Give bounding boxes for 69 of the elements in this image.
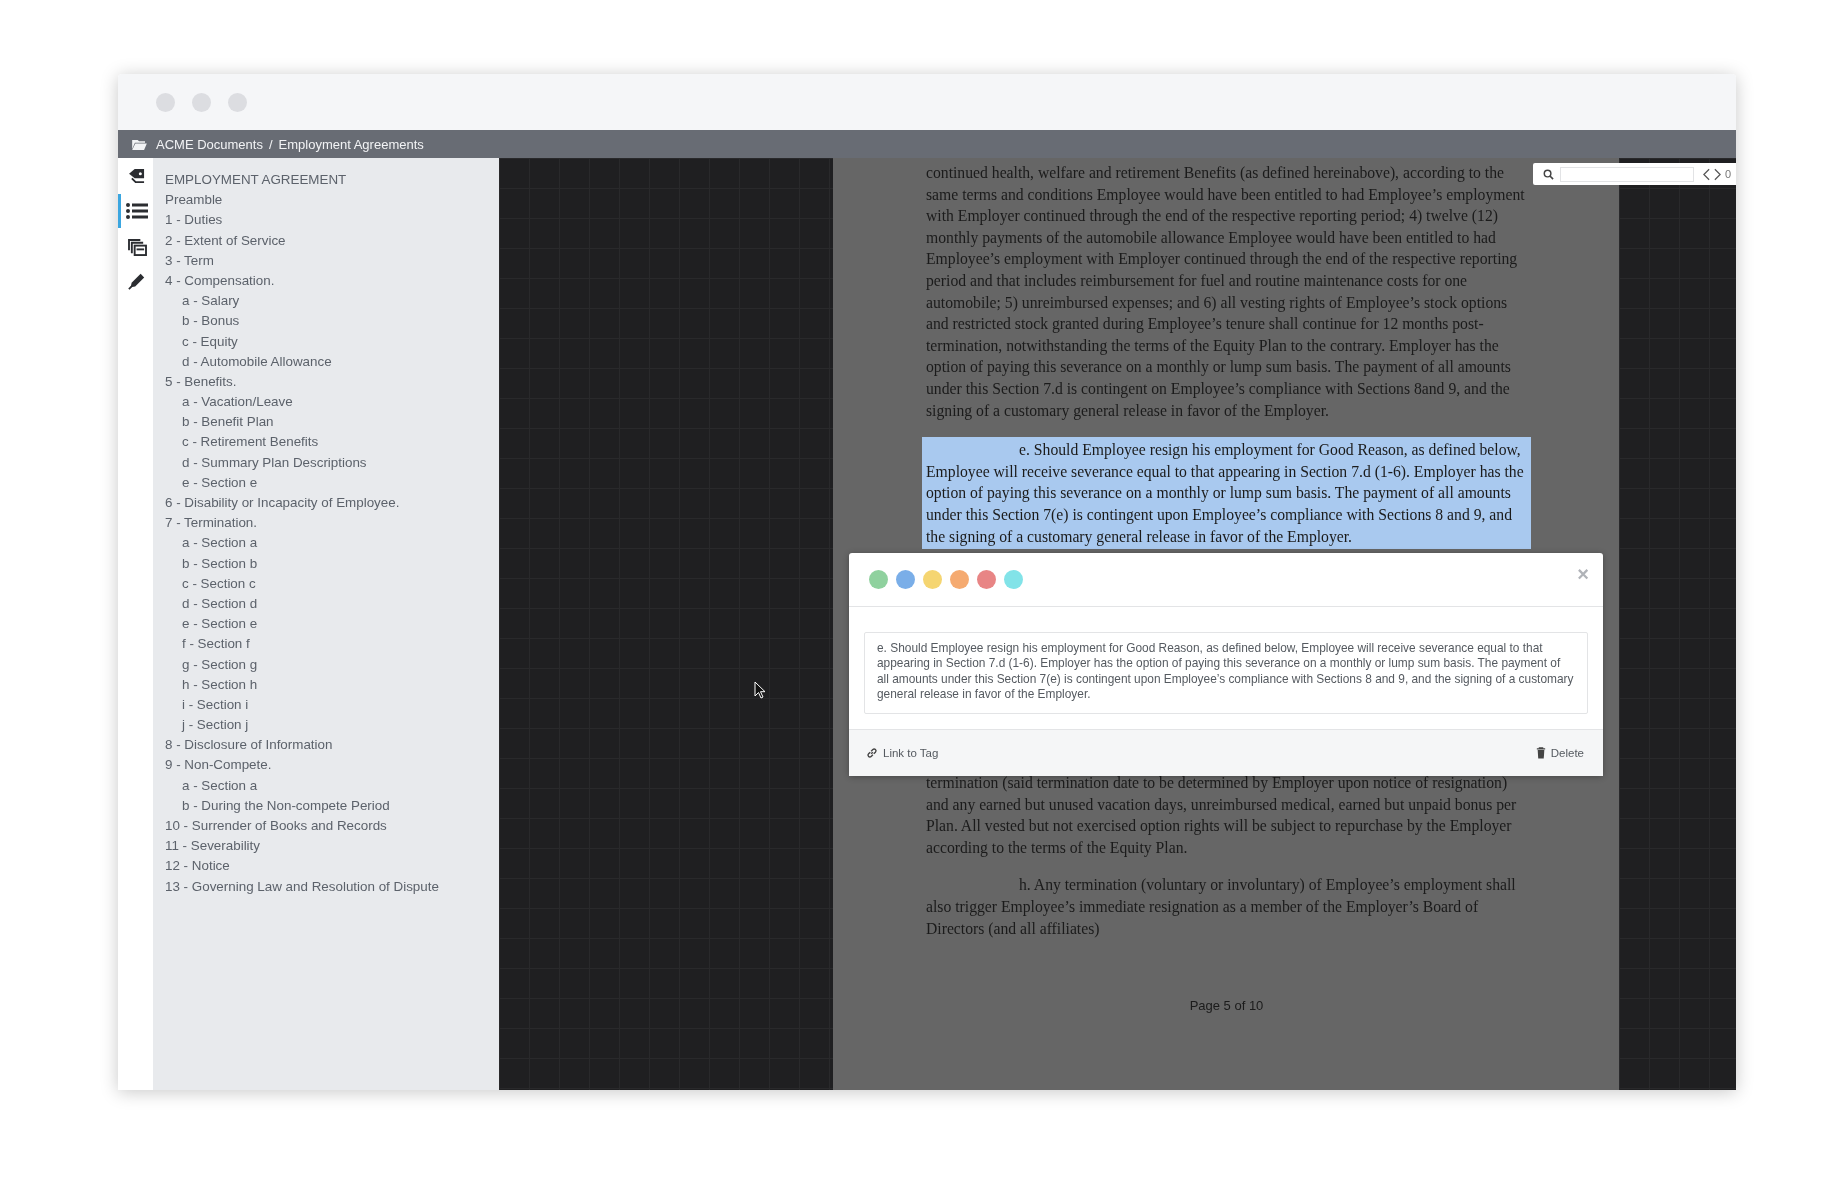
color-swatch[interactable] [896, 570, 915, 589]
search-icon [1543, 168, 1554, 180]
outline-item[interactable]: 6 - Disability or Incapacity of Employee. [165, 493, 499, 514]
document-paragraph: termination (said termination date to be determined by Employer upon notice of resignation) and any earned but unused vacation days, unreimbursed medical, earned but unpaid bonus per Plan. All vested but not exercised option rights will be subject to repurchase by the Employer according to the terms of the Equity Plan. [925, 773, 1518, 859]
outline-item[interactable]: a - Salary [165, 291, 499, 312]
color-swatch[interactable] [950, 570, 969, 589]
outline-item[interactable]: 9 - Non-Compete. [165, 755, 499, 776]
outline-item[interactable]: e - Section e [165, 472, 499, 493]
outline-item[interactable]: 8 - Disclosure of Information [165, 735, 499, 756]
outline-item[interactable]: a - Vacation/Leave [165, 392, 499, 413]
outline-item[interactable]: d - Section d [165, 593, 499, 615]
window-control-icon[interactable] [228, 92, 247, 112]
match-count: 0 [1725, 168, 1732, 180]
tag-icon [127, 167, 147, 183]
outline-item[interactable]: 4 - Compensation. [165, 270, 499, 292]
outline-item[interactable]: 11 - Severability [165, 836, 499, 857]
next-icon[interactable] [1714, 167, 1721, 181]
note-field[interactable]: e. Should Employee resign his employment for Good Reason, as defined below, Employee will receive severance equal to that appearing in Section 7.d (1-6). Employer has the option of paying this severance on a monthly or lump sum basis. The payment of all amounts under this Section 7(e) is contingent upon Employee’s compliance with Sections 8 and 9, and the signing of a customary general release in favor of the Employer. [864, 632, 1588, 714]
outline-item[interactable]: 2 - Extent of Service [165, 230, 499, 251]
outline-item[interactable]: c - Retirement Benefits [165, 432, 499, 453]
outline-item[interactable]: g - Section g [165, 654, 499, 675]
outline-item[interactable]: a - Section a [165, 775, 499, 796]
color-swatch[interactable] [977, 570, 996, 589]
document-paragraph: continued health, welfare and retirement Benefits (as defined hereinabove), according to the same terms and conditions Employee would have been entitled to had Employee’s employment with Employer continued through the end of the respective reporting period; 4) twelve (12) monthly payments of the automobile allowance Employee would have been entitled to had Employee’s employment with Employer continued through the end of the respective reporting period and that includes reimbursement for fuel and routine maintenance costs for one automobile; 5) unreimbursed expenses; and 6) all vesting rights of Employee’s stock options and restricted stock granted during Employee’s tenure shall continue for 12 months post-termination, notwithstanding the terms of the Equity Plan to the contrary. Employer has the option of paying this severance on a monthly or lump sum basis. The payment of all amounts under this Section 7.d is contingent on Employee’s compliance with Sections 8and 9, and the signing of a customary general release in favor of the Employer. [925, 163, 1526, 422]
folder-icon [132, 138, 147, 150]
outline-item[interactable]: b - During the Non-compete Period [165, 795, 499, 816]
outline-item[interactable]: Preamble [165, 190, 499, 211]
previous-icon[interactable] [1703, 167, 1710, 181]
link-icon [866, 746, 878, 759]
outline-item[interactable]: f - Section f [165, 634, 499, 655]
outline-item[interactable]: 7 - Termination. [165, 513, 499, 534]
outline-item[interactable]: 12 - Notice [165, 856, 499, 877]
highlighted-paragraph: e. Should Employee resign his employment for Good Reason, as defined below, Employee will receive severance equal to that appearing in Section 7.d (1-6). Employer has the option of paying this severance on a monthly or lump sum basis. The payment of all amounts under this Section 7(e) is contingent upon Employee’s compliance with Sections 8 and 9, and the signing of a customary general release in favor of the Employer. [922, 437, 1531, 550]
trash-icon [1535, 746, 1546, 759]
outline-item[interactable]: e - Section e [165, 614, 499, 635]
breadcrumb-separator: / [268, 136, 273, 152]
mouse-pointer-icon [754, 681, 766, 699]
breadcrumb-link[interactable]: Employment Agreements [278, 136, 424, 152]
outline-item[interactable]: b - Bonus [165, 311, 499, 332]
outline-item[interactable]: 3 - Term [165, 250, 499, 271]
outline-item[interactable]: b - Benefit Plan [165, 412, 499, 433]
pen-icon [128, 272, 146, 290]
document-paragraph: h. Any termination (voluntary or involuntary) of Employee’s employment shall also trigger Employee’s immediate resignation as a member of the Employer’s Board of Directors (and all affiliates) [925, 875, 1517, 940]
link-to-tag-button[interactable]: Link to Tag [866, 746, 939, 759]
outline-item[interactable]: c - Section c [165, 573, 499, 594]
stacked-cards-icon [127, 238, 147, 256]
outline-item[interactable]: 5 - Benefits. [165, 371, 499, 393]
color-swatch[interactable] [923, 570, 942, 589]
window-control-icon[interactable] [156, 92, 175, 112]
search-field[interactable] [1560, 166, 1694, 182]
outline-item[interactable]: 13 - Governing Law and Resolution of Dispute [165, 876, 499, 897]
window-control-icon[interactable] [192, 92, 211, 112]
outline-item[interactable]: d - Summary Plan Descriptions [165, 452, 499, 473]
outline-item[interactable]: i - Section i [165, 694, 499, 716]
color-swatch[interactable] [1004, 570, 1023, 589]
list-icon [126, 202, 148, 220]
outline-item[interactable]: 10 - Surrender of Books and Records [165, 816, 499, 837]
delete-button[interactable]: Delete [1535, 746, 1584, 759]
breadcrumb-link[interactable]: ACME Documents [156, 136, 263, 152]
outline-item[interactable]: a - Section a [165, 533, 499, 554]
outline-item[interactable]: EMPLOYMENT AGREEMENT [165, 170, 499, 191]
outline-item[interactable]: c - Equity [165, 331, 499, 352]
outline-item[interactable]: b - Section b [165, 553, 499, 574]
outline-item[interactable]: 1 - Duties [165, 210, 499, 231]
page-number: Page 5 of 10 [1188, 997, 1265, 1016]
outline-item[interactable]: d - Automobile Allowance [165, 351, 499, 372]
outline-item[interactable]: j - Section j [165, 715, 499, 736]
outline-item[interactable]: h - Section h [165, 674, 499, 695]
color-swatch[interactable] [869, 570, 888, 589]
